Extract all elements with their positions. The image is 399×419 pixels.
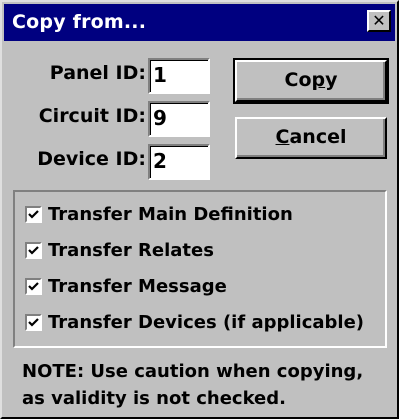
- transfer-relates-checkbox[interactable]: Transfer Relates: [25, 236, 214, 264]
- copy-button-label-pre: Co: [284, 69, 312, 91]
- cancel-button-label-post: ancel: [289, 126, 347, 148]
- checkmark-icon: [28, 317, 39, 327]
- transfer-devices-checkbox[interactable]: Transfer Devices (if applicable): [25, 308, 364, 336]
- panel-id-label: Panel ID:: [49, 62, 146, 84]
- transfer-main-definition-checkbox[interactable]: Transfer Main Definition: [25, 200, 293, 228]
- dialog-title: Copy from...: [12, 11, 147, 33]
- cancel-button[interactable]: Cancel: [235, 117, 387, 159]
- copy-from-dialog: Copy from... ✕ Panel ID: 1 Circuit ID: 9…: [0, 0, 399, 419]
- cancel-button-accelerator: C: [275, 126, 290, 148]
- note-line-2: as validity is not checked.: [22, 388, 286, 409]
- copy-button-accelerator: p: [311, 69, 326, 91]
- circuit-id-label: Circuit ID:: [38, 105, 146, 127]
- checkbox-box: [25, 277, 42, 295]
- close-icon: ✕: [372, 11, 386, 30]
- checkbox-box: [25, 241, 42, 259]
- checkbox-box: [25, 313, 42, 331]
- checkbox-label: Transfer Main Definition: [48, 203, 293, 225]
- transfer-message-checkbox[interactable]: Transfer Message: [25, 272, 227, 300]
- device-id-input[interactable]: 2: [148, 144, 210, 180]
- note-line-1: NOTE: Use caution when copying,: [22, 361, 364, 382]
- copy-button-label-post: y: [325, 69, 338, 91]
- transfer-options-group: Transfer Main Definition Transfer Relate…: [13, 190, 387, 348]
- checkmark-icon: [28, 281, 39, 291]
- caution-note: NOTE: Use caution when copying, as valid…: [22, 358, 363, 412]
- checkbox-label: Transfer Relates: [48, 239, 214, 261]
- checkmark-icon: [28, 245, 39, 255]
- copy-button[interactable]: Copy: [233, 58, 389, 104]
- title-bar[interactable]: Copy from... ✕: [4, 4, 395, 41]
- panel-id-input[interactable]: 1: [148, 58, 210, 94]
- circuit-id-input[interactable]: 9: [148, 101, 210, 137]
- checkbox-label: Transfer Message: [48, 275, 227, 297]
- device-id-label: Device ID:: [37, 148, 146, 170]
- checkbox-label: Transfer Devices (if applicable): [48, 311, 365, 333]
- close-button[interactable]: ✕: [367, 10, 391, 32]
- checkmark-icon: [28, 209, 39, 219]
- checkbox-box: [25, 205, 42, 223]
